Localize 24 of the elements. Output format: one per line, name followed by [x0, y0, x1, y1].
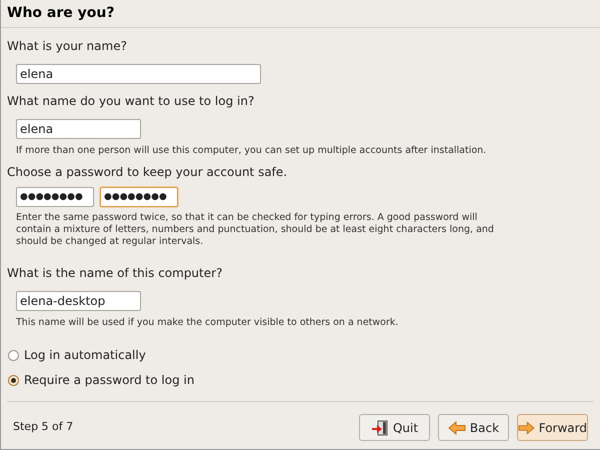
- field-label: What is the name of this computer?: [7, 265, 224, 282]
- text-field[interactable]: elena: [16, 64, 261, 84]
- field-label: Choose a password to keep your account safe.: [7, 164, 288, 181]
- quit-button[interactable]: Quit: [359, 414, 430, 441]
- radio-button[interactable]: [8, 350, 19, 360]
- page-title: Who are you?: [7, 4, 116, 23]
- hint-text: If more than one person will use this computer, you can set up multiple accounts after installation.: [15, 145, 488, 157]
- exit-door-icon: [370, 420, 389, 436]
- field-label: What name do you want to use to log in?: [7, 93, 256, 110]
- hint-text: This name will be used if you make the computer visible to others on a network.: [15, 317, 400, 329]
- text-field[interactable]: elena: [16, 119, 141, 139]
- back-button[interactable]: Back: [438, 414, 509, 441]
- text-field[interactable]: elena-desktop: [16, 291, 141, 311]
- hint-text: Enter the same password twice, so that it can be checked for typing errors. A good password will contain a mixture of letters, numbers and punctuation, should be at least eight characters long, and should be changed at regular intervals.: [15, 212, 495, 248]
- field-label: What is your name?: [7, 38, 128, 55]
- left-arrow-icon: [448, 420, 466, 434]
- radio-label: Require a password to log in: [24, 372, 194, 389]
- text-field[interactable]: ●●●●●●●●: [16, 187, 94, 207]
- text-field[interactable]: ●●●●●●●●: [100, 187, 178, 207]
- forward-button[interactable]: Forward: [517, 414, 588, 441]
- radio-button[interactable]: [8, 374, 19, 386]
- radio-label: Log in automatically: [24, 347, 146, 364]
- right-arrow-icon: [518, 420, 535, 434]
- step-indicator: Step 5 of 7: [13, 419, 74, 436]
